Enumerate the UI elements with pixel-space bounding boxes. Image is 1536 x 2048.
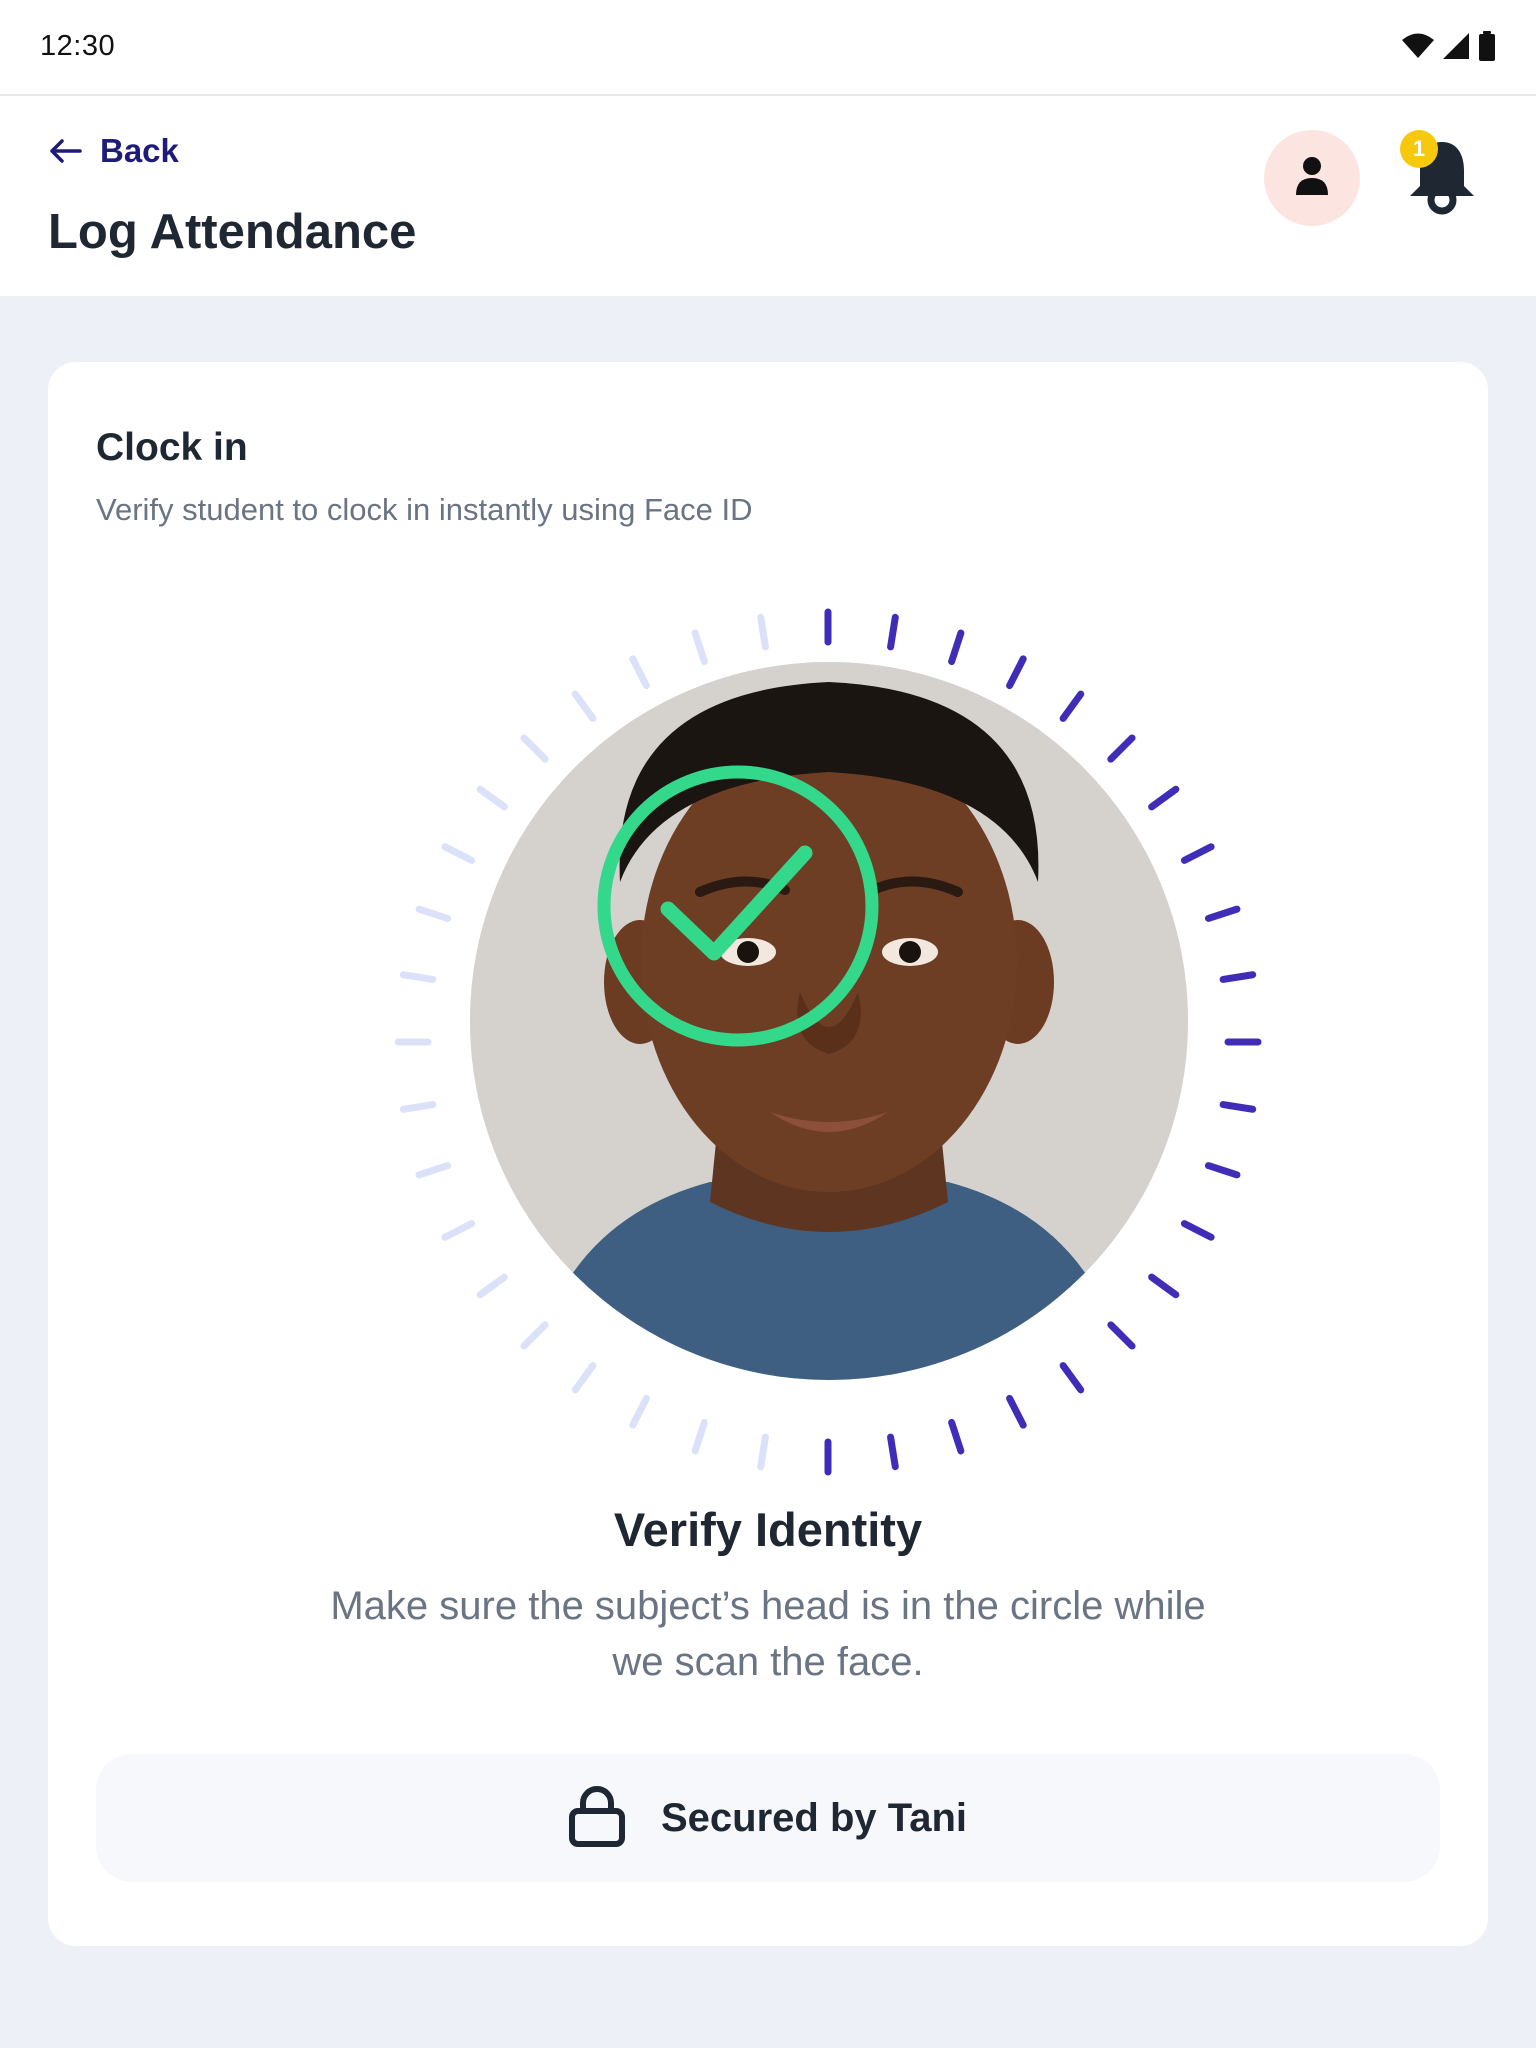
- scan-progress-tick: [948, 629, 965, 666]
- notification-badge: 1: [1400, 130, 1438, 168]
- scan-progress-tick: [399, 971, 437, 983]
- scan-progress-tick: [1219, 971, 1257, 983]
- scan-progress-tick: [691, 629, 708, 666]
- clock-in-card: Clock in Verify student to clock in inst…: [48, 362, 1488, 1946]
- scan-progress-tick: [441, 843, 476, 864]
- scan-progress-tick: [757, 613, 769, 651]
- app-header: Back Log Attendance 1: [0, 96, 1536, 296]
- secured-by-banner: Secured by Tani: [96, 1754, 1440, 1882]
- scan-progress-tick: [757, 1433, 769, 1471]
- scan-progress-tick: [415, 905, 452, 922]
- scan-progress-tick: [476, 785, 508, 811]
- back-label: Back: [100, 132, 179, 169]
- scan-progress-tick: [441, 1220, 476, 1241]
- scan-progress-tick: [1180, 1220, 1215, 1241]
- scan-progress-tick: [520, 734, 549, 763]
- check-circle-icon: [597, 765, 879, 1047]
- scan-progress-tick: [1204, 1162, 1241, 1179]
- notifications-button[interactable]: 1: [1396, 130, 1488, 222]
- back-button[interactable]: Back: [48, 132, 179, 170]
- scan-progress-tick: [629, 1394, 650, 1429]
- scan-progress-tick: [1107, 734, 1136, 763]
- cellular-signal-icon: [1442, 32, 1470, 60]
- scan-progress-tick: [571, 690, 597, 722]
- status-icons: [1402, 28, 1496, 64]
- scan-progress-tick: [1204, 905, 1241, 922]
- card-title: Clock in: [96, 426, 248, 469]
- profile-avatar-button[interactable]: [1264, 130, 1360, 226]
- verify-identity-title: Verify Identity: [613, 1503, 923, 1556]
- scan-progress-tick: [629, 655, 650, 690]
- scan-progress-tick: [887, 1433, 899, 1471]
- battery-icon: [1478, 31, 1496, 61]
- page-title: Log Attendance: [48, 205, 417, 259]
- card-subtitle: Verify student to clock in instantly usi…: [96, 492, 753, 527]
- scan-progress-tick: [1006, 655, 1027, 690]
- scan-progress-tick: [1219, 1101, 1257, 1113]
- scan-progress-tick: [571, 1362, 597, 1394]
- scan-progress-tick: [887, 613, 899, 651]
- user-icon: [1295, 156, 1329, 201]
- scan-progress-tick: [1059, 690, 1085, 722]
- lock-icon: [568, 1785, 625, 1852]
- scan-progress-tick: [520, 1321, 549, 1350]
- scan-progress-tick: [399, 1101, 437, 1113]
- scan-progress-tick: [948, 1418, 965, 1455]
- status-bar: 12:30: [0, 0, 1536, 96]
- scan-progress-tick: [1148, 1273, 1180, 1299]
- wifi-icon: [1402, 33, 1434, 59]
- scan-progress-tick: [1059, 1362, 1085, 1394]
- scan-progress-tick: [1180, 843, 1215, 864]
- secured-by-label: Secured by Tani: [660, 1795, 967, 1840]
- arrow-left-icon: [48, 138, 82, 164]
- face-scanner: [348, 582, 1308, 1542]
- scan-progress-tick: [1148, 785, 1180, 811]
- verify-instructions: Make sure the subject’s head is in the c…: [330, 1584, 1206, 1684]
- scan-progress-tick: [415, 1162, 452, 1179]
- scan-progress-tick: [1006, 1394, 1027, 1429]
- scan-progress-tick: [476, 1273, 508, 1299]
- scan-progress-tick: [691, 1418, 708, 1455]
- status-time: 12:30: [40, 30, 116, 62]
- scan-progress-tick: [1107, 1321, 1136, 1350]
